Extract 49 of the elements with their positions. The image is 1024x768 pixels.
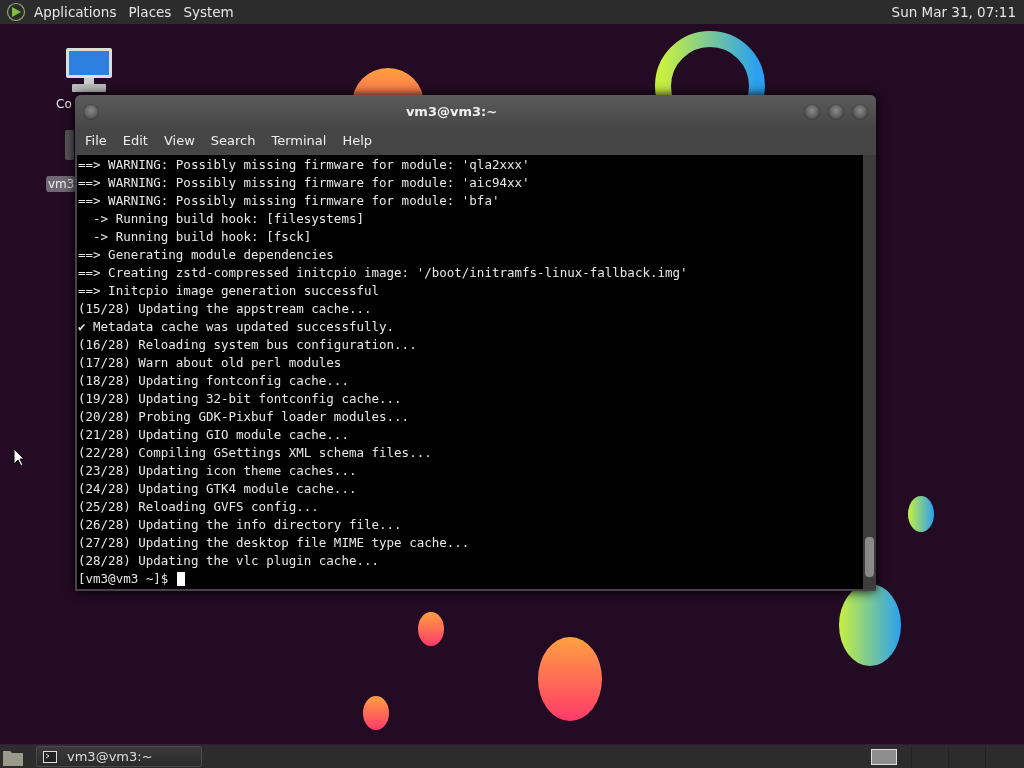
menu-item[interactable]: View: [155, 132, 203, 148]
minimize-button[interactable]: [804, 103, 820, 120]
terminal-line: (19/28) Updating 32-bit fontconfig cache...: [77, 390, 403, 408]
terminal-line: ==> WARNING: Possibly missing firmware for module: 'aic94xx': [77, 174, 531, 192]
terminal-line: -> Running build hook: [fsck]: [92, 228, 313, 246]
terminal-line: (17/28) Warn about old perl modules: [77, 354, 343, 372]
menu-item[interactable]: Help: [334, 132, 381, 148]
terminal-line: (27/28) Updating the desktop file MIME type cache...: [77, 534, 471, 552]
menu-item[interactable]: Terminal: [263, 132, 335, 148]
terminal-line: -> Running build hook: [filesystems]: [92, 210, 365, 228]
menu-item[interactable]: File: [77, 132, 115, 148]
text-cursor: [177, 572, 186, 586]
logo-icon[interactable]: [6, 2, 26, 22]
scroll-thumb[interactable]: [865, 537, 874, 577]
shell-prompt: [vm3@vm3 ~]$: [78, 570, 169, 588]
icon-label[interactable]: vm3: [46, 176, 77, 192]
terminal-line: ==> Creating zstd-compressed initcpio image: '/boot/initramfs-linux-fallback.img': [77, 264, 689, 282]
terminal-line: ==> WARNING: Possibly missing firmware for module: 'bfa': [77, 192, 501, 210]
panel-menu[interactable]: Places: [128, 4, 172, 20]
terminal-line: ==> Initcpio image generation successful: [77, 282, 381, 300]
terminal-line: ✔ Metadata cache was updated successfully.: [77, 318, 396, 336]
maximize-button[interactable]: [828, 103, 844, 120]
window-title: vm3@vm3:~: [404, 104, 499, 119]
menu-item[interactable]: Search: [202, 132, 264, 148]
taskbar-button[interactable]: vm3@vm3:~: [36, 746, 202, 767]
window-menu-button[interactable]: [83, 103, 99, 120]
menu-item[interactable]: Edit: [114, 132, 156, 148]
terminal-line: (21/28) Updating GIO module cache...: [77, 426, 350, 444]
terminal-line: (25/28) Reloading GVFS config...: [77, 498, 320, 516]
terminal-icon: [43, 750, 57, 763]
terminal-line: (16/28) Reloading system bus configuration...: [77, 336, 418, 354]
icon-label[interactable]: Co: [56, 96, 72, 112]
terminal-line: (15/28) Updating the appstream cache...: [77, 300, 373, 318]
terminal-line: (20/28) Probing GDK-Pixbuf loader modules...: [77, 408, 411, 426]
terminal-line: (28/28) Updating the vlc plugin cache...: [77, 552, 381, 570]
close-button[interactable]: [852, 103, 868, 120]
terminal-line: ==> Generating module dependencies: [77, 246, 335, 264]
terminal-line: (18/28) Updating fontconfig cache...: [77, 372, 350, 390]
scrollbar[interactable]: [863, 155, 876, 589]
terminal-line: ==> WARNING: Possibly missing firmware for module: 'qla2xxx': [77, 156, 531, 174]
panel-menu[interactable]: Applications: [34, 4, 117, 20]
computer-icon[interactable]: [64, 46, 114, 94]
terminal-line: (23/28) Updating icon theme caches...: [77, 462, 358, 480]
terminal-line: (24/28) Updating GTK4 module cache...: [77, 480, 358, 498]
mouse-pointer-icon: [13, 448, 25, 467]
clock[interactable]: Sun Mar 31, 07:11: [891, 4, 1018, 20]
terminal-line: (26/28) Updating the info directory file...: [77, 516, 403, 534]
terminal-line: (22/28) Compiling GSettings XML schema files...: [77, 444, 433, 462]
panel-menu[interactable]: System: [183, 4, 234, 20]
